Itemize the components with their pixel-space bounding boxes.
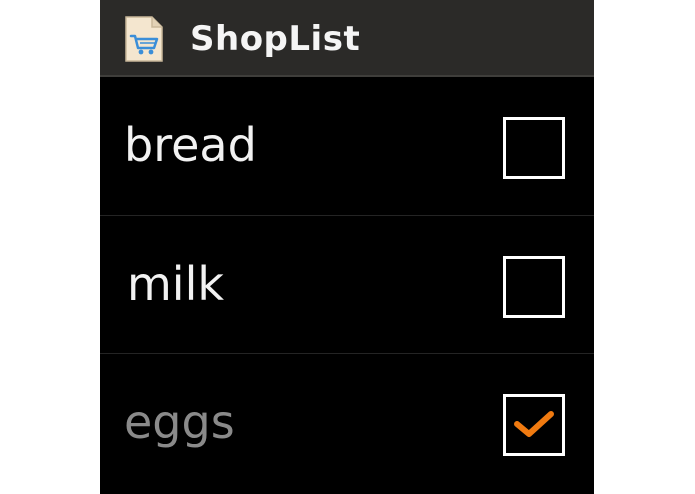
item-checkbox[interactable]	[503, 117, 565, 179]
list-item[interactable]: bread	[100, 77, 594, 215]
title-bar: ShopList	[100, 0, 594, 77]
item-label: milk	[127, 257, 225, 311]
item-label: eggs	[124, 395, 235, 449]
shopping-list: bread milk eggs	[100, 77, 594, 494]
shopping-cart-icon	[124, 15, 164, 63]
list-item[interactable]: milk	[100, 215, 594, 353]
app-title: ShopList	[190, 19, 361, 59]
item-checkbox[interactable]	[503, 394, 565, 456]
list-item[interactable]: eggs	[100, 353, 594, 491]
check-mark-icon	[514, 411, 554, 437]
item-checkbox[interactable]	[503, 256, 565, 318]
phone-screen: ShopList bread milk eggs	[100, 0, 594, 494]
item-label: bread	[124, 118, 257, 172]
